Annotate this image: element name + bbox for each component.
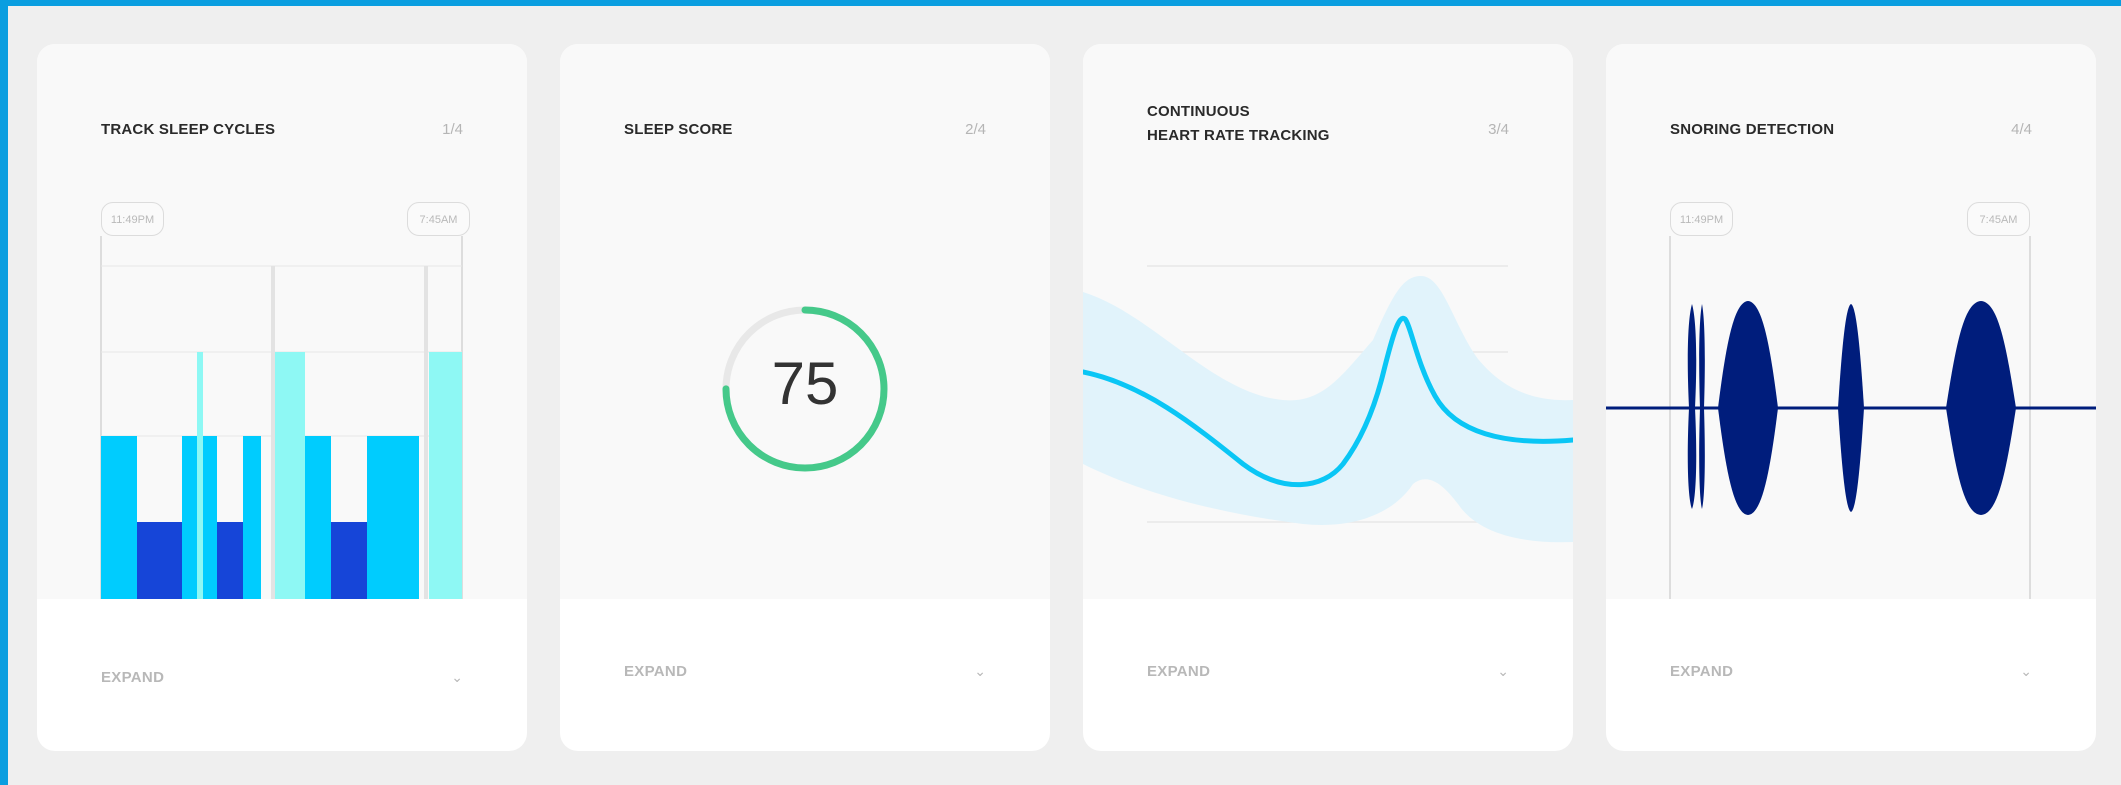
stage-awake-bar — [275, 352, 305, 599]
sleep-score-value: 75 — [771, 350, 839, 417]
sleep-cycles-chart — [100, 236, 463, 599]
stage-light-bar — [367, 436, 419, 599]
app-background: TRACK SLEEP CYCLES 1/4 11:49PM 7:45AM EX… — [8, 6, 2121, 785]
heart-rate-chart — [1083, 265, 1573, 543]
stage-light-bar — [182, 436, 197, 599]
expand-button[interactable]: EXPAND — [624, 663, 687, 680]
stage-deep-bar — [137, 522, 182, 599]
stage-light-bar — [305, 436, 331, 599]
stage-awake-bar — [429, 352, 462, 599]
expand-button[interactable]: EXPAND — [1147, 663, 1210, 680]
card-track-sleep-cycles: TRACK SLEEP CYCLES 1/4 11:49PM 7:45AM EX… — [37, 44, 527, 751]
expand-button[interactable]: EXPAND — [1670, 663, 1733, 680]
card-heart-rate: CONTINUOUS HEART RATE TRACKING 3/4 EXPAN… — [1083, 44, 1573, 751]
stage-light-bar — [203, 436, 217, 599]
chevron-down-icon[interactable]: ⌄ — [451, 669, 463, 686]
card-sleep-score: SLEEP SCORE 2/4 75 EXPAND ⌄ — [560, 44, 1050, 751]
chevron-down-icon[interactable]: ⌄ — [1497, 663, 1509, 680]
chevron-down-icon[interactable]: ⌄ — [974, 663, 986, 680]
expand-button[interactable]: EXPAND — [101, 669, 164, 686]
snoring-waveform — [1606, 236, 2096, 599]
card-snoring-detection: SNORING DETECTION 4/4 11:49PM 7:45AM EXP… — [1606, 44, 2096, 751]
heart-rate-range-band — [1083, 276, 1573, 543]
chevron-down-icon[interactable]: ⌄ — [2020, 663, 2032, 680]
stage-light-bar — [101, 436, 137, 599]
stage-light-bar — [243, 436, 261, 599]
stage-deep-bar — [217, 522, 243, 599]
stage-deep-bar — [331, 522, 367, 599]
stage-awake-bar — [197, 352, 203, 599]
